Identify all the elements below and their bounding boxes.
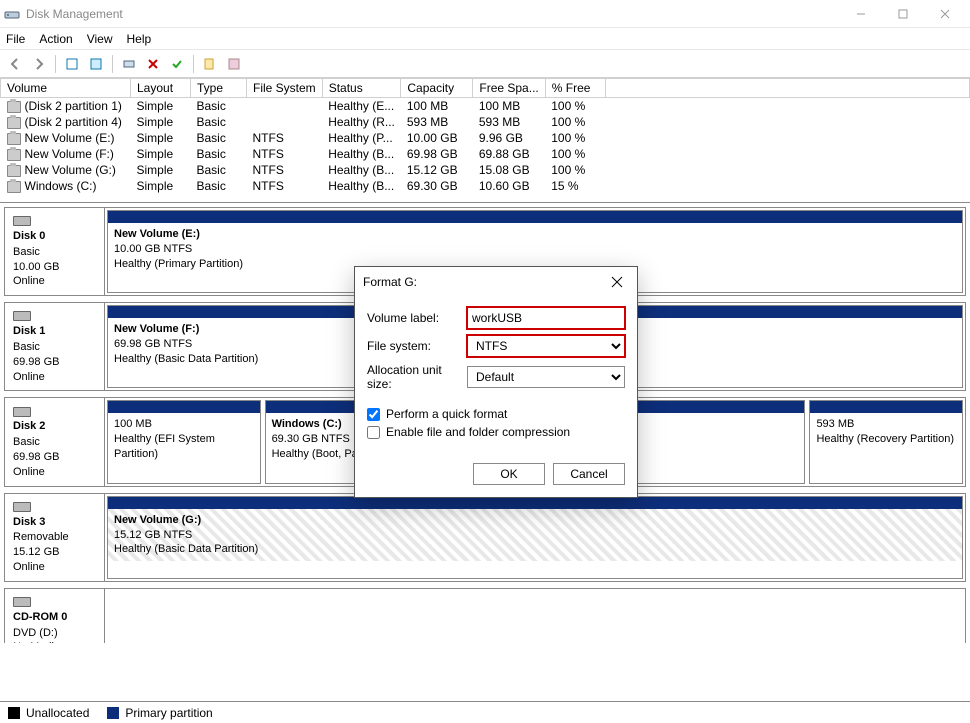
col-fs[interactable]: File System <box>247 79 323 98</box>
col-free[interactable]: Free Spa... <box>473 79 545 98</box>
window-title: Disk Management <box>26 7 840 21</box>
table-row[interactable]: New Volume (G:)SimpleBasicNTFSHealthy (B… <box>1 162 970 178</box>
volume-icon <box>7 133 21 145</box>
app-icon <box>4 6 20 22</box>
disk-icon <box>13 311 31 321</box>
allocation-label: Allocation unit size: <box>367 363 467 391</box>
back-icon[interactable] <box>4 53 26 75</box>
file-system-label: File system: <box>367 339 467 353</box>
volume-icon <box>7 149 21 161</box>
ok-button[interactable]: OK <box>473 463 545 485</box>
menubar: File Action View Help <box>0 28 970 50</box>
disk-icon <box>13 216 31 226</box>
file-system-select[interactable]: NTFS <box>467 335 625 357</box>
legend-unallocated: Unallocated <box>26 706 89 720</box>
quick-format-input[interactable] <box>367 408 380 421</box>
refresh-icon[interactable] <box>61 53 83 75</box>
disk-icon <box>13 597 31 607</box>
disk-icon <box>13 502 31 512</box>
disk-label[interactable]: CD-ROM 0DVD (D:)No Media <box>5 589 105 643</box>
properties-icon[interactable] <box>85 53 107 75</box>
partition[interactable]: 593 MBHealthy (Recovery Partition) <box>809 400 963 483</box>
col-pctfree[interactable]: % Free <box>545 79 605 98</box>
col-layout[interactable]: Layout <box>131 79 191 98</box>
maximize-button[interactable] <box>882 0 924 28</box>
volume-label-input[interactable] <box>467 307 625 329</box>
check-icon[interactable] <box>166 53 188 75</box>
col-volume[interactable]: Volume <box>1 79 131 98</box>
volume-list[interactable]: Volume Layout Type File System Status Ca… <box>0 78 970 203</box>
minimize-button[interactable] <box>840 0 882 28</box>
disk-label[interactable]: Disk 2Basic69.98 GBOnline <box>5 398 105 485</box>
column-headers[interactable]: Volume Layout Type File System Status Ca… <box>1 79 970 98</box>
scan-icon[interactable] <box>118 53 140 75</box>
col-type[interactable]: Type <box>191 79 247 98</box>
menu-file[interactable]: File <box>6 32 25 46</box>
compression-checkbox[interactable]: Enable file and folder compression <box>367 425 625 439</box>
table-row[interactable]: Windows (C:)SimpleBasicNTFSHealthy (B...… <box>1 178 970 194</box>
legend: Unallocated Primary partition <box>0 701 970 723</box>
disk-label[interactable]: Disk 1Basic69.98 GBOnline <box>5 303 105 390</box>
volume-label-label: Volume label: <box>367 311 467 325</box>
dialog-title: Format G: <box>363 275 605 289</box>
cancel-button[interactable]: Cancel <box>553 463 625 485</box>
table-row[interactable]: (Disk 2 partition 4)SimpleBasicHealthy (… <box>1 114 970 130</box>
titlebar: Disk Management <box>0 0 970 28</box>
note-icon[interactable] <box>199 53 221 75</box>
format-dialog: Format G: Volume label: File system: NTF… <box>354 266 638 498</box>
table-row[interactable]: New Volume (F:)SimpleBasicNTFSHealthy (B… <box>1 146 970 162</box>
disk-label[interactable]: Disk 3Removable15.12 GBOnline <box>5 494 105 581</box>
col-capacity[interactable]: Capacity <box>401 79 473 98</box>
compression-input[interactable] <box>367 426 380 439</box>
partition[interactable]: New Volume (G:)15.12 GB NTFSHealthy (Bas… <box>107 496 963 579</box>
menu-view[interactable]: View <box>87 32 113 46</box>
toolbar <box>0 50 970 78</box>
close-button[interactable] <box>924 0 966 28</box>
disk-row[interactable]: CD-ROM 0DVD (D:)No Media <box>4 588 966 643</box>
delete-icon[interactable] <box>142 53 164 75</box>
volume-icon <box>7 101 21 113</box>
disk-row[interactable]: Disk 3Removable15.12 GBOnlineNew Volume … <box>4 493 966 582</box>
volume-icon <box>7 117 21 129</box>
menu-help[interactable]: Help <box>127 32 152 46</box>
quick-format-checkbox[interactable]: Perform a quick format <box>367 407 625 421</box>
disk-icon <box>13 407 31 417</box>
legend-primary: Primary partition <box>125 706 212 720</box>
forward-icon[interactable] <box>28 53 50 75</box>
disk-label[interactable]: Disk 0Basic10.00 GBOnline <box>5 208 105 295</box>
partition[interactable]: 100 MBHealthy (EFI System Partition) <box>107 400 261 483</box>
volume-icon <box>7 181 21 193</box>
col-status[interactable]: Status <box>322 79 401 98</box>
volume-icon <box>7 165 21 177</box>
dialog-close-button[interactable] <box>605 270 629 294</box>
menu-action[interactable]: Action <box>39 32 72 46</box>
table-row[interactable]: (Disk 2 partition 1)SimpleBasicHealthy (… <box>1 98 970 115</box>
table-row[interactable]: New Volume (E:)SimpleBasicNTFSHealthy (P… <box>1 130 970 146</box>
settings-icon[interactable] <box>223 53 245 75</box>
allocation-select[interactable]: Default <box>467 366 625 388</box>
